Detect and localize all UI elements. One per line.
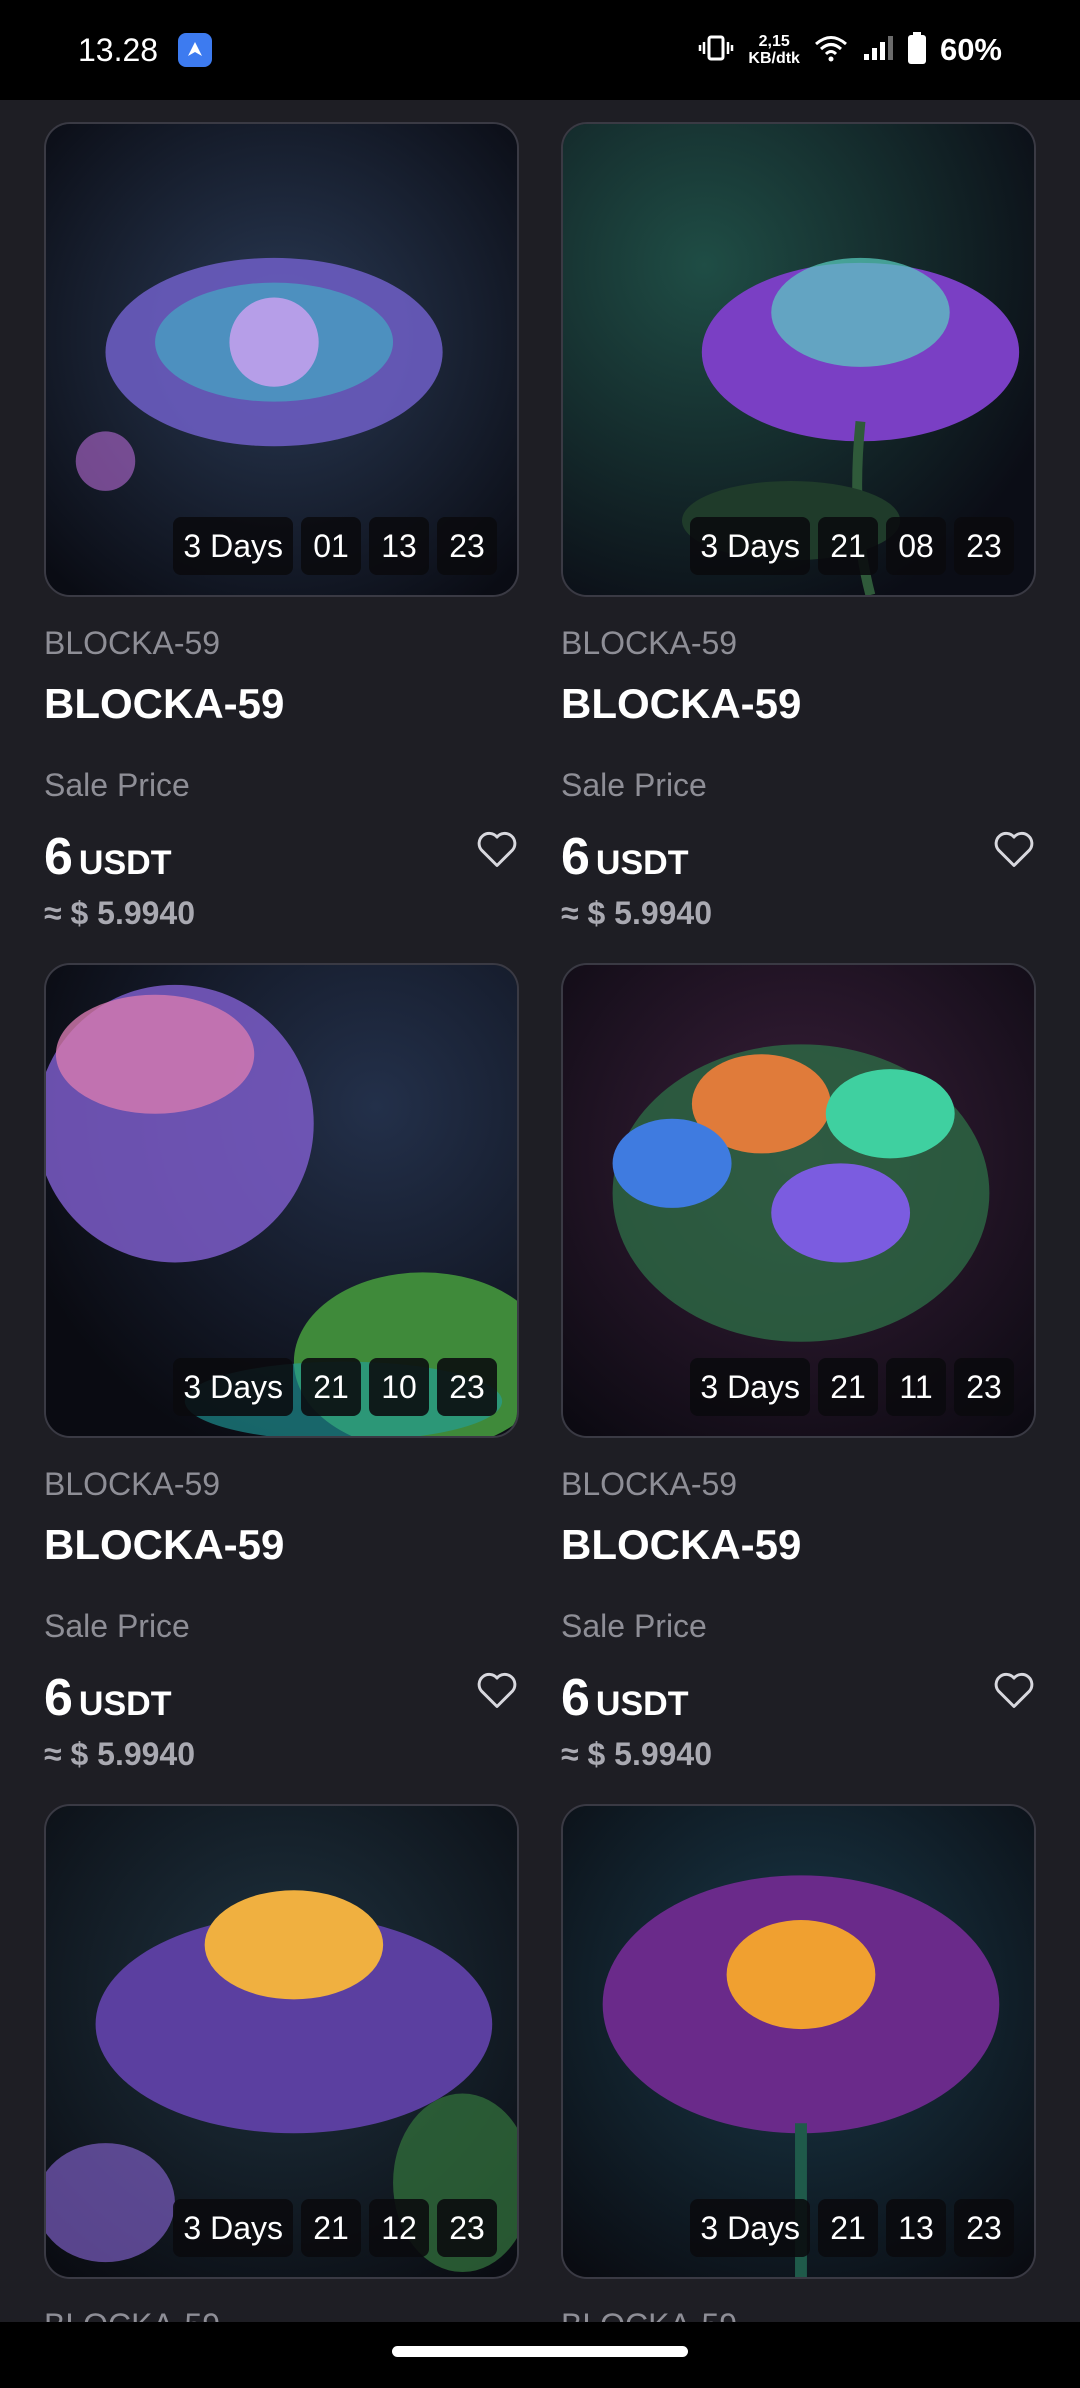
nft-image[interactable]: 3 Days 21 12 23	[44, 1804, 519, 2279]
nft-title[interactable]: BLOCKA-59	[44, 1521, 284, 1569]
collection-name: BLOCKA-59	[561, 2307, 737, 2322]
vibrate-icon	[698, 34, 734, 67]
app-notification-icon	[178, 33, 213, 67]
nft-title[interactable]: BLOCKA-59	[561, 1521, 801, 1569]
fiat-price: ≈ $ 5.9940	[44, 895, 196, 931]
price: 6 USDT	[44, 1668, 171, 1728]
status-time: 13.28	[78, 31, 159, 68]
countdown-hours: 21	[818, 517, 878, 575]
nft-image[interactable]: 3 Days 21 08 23	[561, 122, 1036, 597]
countdown-hours: 21	[301, 1358, 361, 1416]
sale-price-label: Sale Price	[44, 767, 190, 803]
countdown-days: 3 Days	[173, 2199, 293, 2257]
countdown-minutes: 13	[886, 2199, 946, 2257]
countdown-days: 3 Days	[173, 517, 293, 575]
nft-title[interactable]: BLOCKA-59	[44, 680, 284, 728]
fiat-price: ≈ $ 5.9940	[561, 895, 713, 931]
heart-icon[interactable]	[992, 827, 1036, 871]
home-indicator[interactable]	[392, 2346, 688, 2357]
nft-image[interactable]: 3 Days 21 10 23	[44, 963, 519, 1438]
nft-image[interactable]: 3 Days 01 13 23	[44, 122, 519, 597]
countdown-timer: 3 Days 21 13 23	[690, 2199, 1014, 2257]
countdown-timer: 3 Days 21 11 23	[690, 1358, 1014, 1416]
nft-image[interactable]: 3 Days 21 11 23	[561, 963, 1036, 1438]
countdown-timer: 3 Days 21 08 23	[690, 517, 1014, 575]
countdown-seconds: 23	[437, 517, 497, 575]
countdown-hours: 01	[301, 517, 361, 575]
price: 6 USDT	[561, 1668, 688, 1728]
price-unit: USDT	[78, 844, 172, 882]
countdown-days: 3 Days	[690, 517, 810, 575]
countdown-seconds: 23	[954, 1358, 1014, 1416]
countdown-minutes: 10	[369, 1358, 429, 1416]
countdown-timer: 3 Days 21 12 23	[173, 2199, 497, 2257]
collection-name: BLOCKA-59	[561, 1466, 738, 1502]
heart-icon[interactable]	[475, 827, 519, 871]
countdown-hours: 21	[818, 1358, 878, 1416]
network-speed-unit: KB/dtk	[748, 50, 800, 67]
countdown-hours: 21	[301, 2199, 361, 2257]
nft-image[interactable]: 3 Days 21 13 23	[561, 1804, 1036, 2279]
countdown-minutes: 08	[886, 517, 946, 575]
countdown-days: 3 Days	[173, 1358, 293, 1416]
price-value: 6	[561, 1669, 590, 1727]
price: 6 USDT	[44, 827, 171, 887]
network-speed: 2,15 KB/dtk	[748, 33, 800, 67]
countdown-seconds: 23	[437, 2199, 497, 2257]
countdown-minutes: 12	[369, 2199, 429, 2257]
heart-icon[interactable]	[475, 1668, 519, 1712]
collection-name: BLOCKA-59	[44, 625, 221, 661]
status-bar: 13.28 2,15 KB/dtk 60%	[0, 0, 1080, 100]
price-value: 6	[44, 828, 73, 886]
fiat-price: ≈ $ 5.9940	[561, 1736, 713, 1772]
battery-percentage: 60%	[939, 32, 1002, 67]
nft-grid: 3 Days 01 13 23 BLOCKA-59 BLOCKA-59 Sale…	[0, 100, 1080, 2322]
countdown-seconds: 23	[954, 2199, 1014, 2257]
countdown-minutes: 13	[369, 517, 429, 575]
sale-price-label: Sale Price	[561, 767, 707, 803]
collection-name: BLOCKA-59	[44, 2307, 220, 2322]
countdown-seconds: 23	[954, 517, 1014, 575]
collection-name: BLOCKA-59	[44, 1466, 221, 1502]
sale-price-label: Sale Price	[561, 1608, 707, 1644]
price-unit: USDT	[595, 1685, 689, 1723]
price-value: 6	[561, 828, 590, 886]
price-value: 6	[44, 1669, 73, 1727]
countdown-days: 3 Days	[690, 1358, 810, 1416]
countdown-minutes: 11	[886, 1358, 946, 1416]
fiat-price: ≈ $ 5.9940	[44, 1736, 196, 1772]
countdown-hours: 21	[818, 2199, 878, 2257]
countdown-seconds: 23	[437, 1358, 497, 1416]
price: 6 USDT	[561, 827, 688, 887]
heart-icon[interactable]	[992, 1668, 1036, 1712]
network-speed-value: 2,15	[758, 33, 790, 50]
countdown-timer: 3 Days 21 10 23	[173, 1358, 497, 1416]
nft-title[interactable]: BLOCKA-59	[561, 680, 801, 728]
wifi-icon	[814, 34, 848, 67]
price-unit: USDT	[595, 844, 689, 882]
signal-icon	[862, 34, 894, 67]
price-unit: USDT	[78, 1685, 172, 1723]
collection-name: BLOCKA-59	[561, 625, 738, 661]
battery-icon	[907, 31, 926, 69]
sale-price-label: Sale Price	[44, 1608, 190, 1644]
countdown-days: 3 Days	[690, 2199, 810, 2257]
countdown-timer: 3 Days 01 13 23	[173, 517, 497, 575]
